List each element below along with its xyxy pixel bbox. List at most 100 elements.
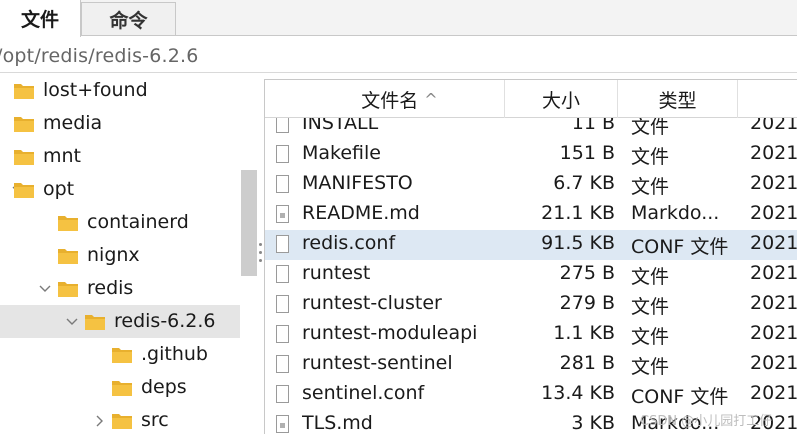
file-rows: INSTALL 11 B 文件 2021 Makefile 151 B 文件 2021 MANI… — [265, 118, 797, 434]
tree-item-label: redis-6.2.6 — [114, 310, 216, 332]
file-size: 11 B — [571, 118, 615, 134]
tree-item[interactable]: redis — [0, 272, 240, 305]
file-list: 文件名 ^ 大小 类型 INSTALL 11 B 文件 2021 Makefile 151… — [264, 79, 797, 434]
file-icon — [276, 295, 289, 313]
file-row[interactable]: runtest-moduleapi 1.1 KB 文件 2021 — [265, 320, 797, 350]
file-name: sentinel.conf — [302, 382, 425, 404]
tree-item-label: lost+found — [43, 79, 148, 101]
file-row[interactable]: runtest-cluster 279 B 文件 2021 — [265, 290, 797, 320]
file-name: runtest-cluster — [302, 292, 442, 314]
tree-item-label: opt — [43, 178, 75, 200]
file-icon — [276, 355, 289, 373]
file-date: 2021 — [750, 262, 797, 284]
tab-commands[interactable]: 命令 — [81, 2, 176, 35]
file-size: 21.1 KB — [541, 202, 615, 224]
file-type: 文件 — [631, 176, 670, 198]
file-date: 2021 — [750, 142, 797, 164]
tree-item-label: nignx — [87, 244, 140, 266]
path-bar[interactable]: /opt/redis/redis-6.2.6 — [0, 37, 797, 73]
tab-files[interactable]: 文件 — [0, 0, 81, 37]
file-icon — [276, 145, 289, 163]
file-icon — [276, 325, 289, 343]
file-list-header: 文件名 ^ 大小 类型 — [265, 80, 797, 118]
tree-item[interactable]: lost+found — [0, 74, 240, 107]
file-icon — [276, 235, 289, 253]
file-size: 275 B — [559, 262, 615, 284]
chevron-right-icon[interactable] — [92, 414, 106, 428]
folder-icon — [14, 117, 34, 132]
column-name-label: 文件名 — [361, 89, 419, 112]
file-name: Makefile — [302, 142, 381, 164]
tree-item[interactable]: media — [0, 107, 240, 140]
file-date: 2021 — [750, 292, 797, 314]
file-size: 281 B — [559, 352, 615, 374]
column-header-date[interactable] — [738, 80, 797, 118]
file-name: redis.conf — [302, 232, 396, 254]
tree-scrollbar-thumb[interactable] — [241, 170, 257, 276]
file-size: 1.1 KB — [553, 322, 615, 344]
file-row[interactable]: Makefile 151 B 文件 2021 — [265, 140, 797, 170]
file-name: MANIFESTO — [302, 172, 413, 194]
folder-icon — [14, 150, 34, 165]
file-type: 文件 — [631, 266, 670, 288]
file-date: 2021 — [750, 202, 797, 224]
file-name: INSTALL — [302, 118, 379, 134]
file-icon — [276, 385, 289, 403]
markdown-file-icon — [276, 205, 289, 223]
tree-item[interactable]: containerd — [0, 206, 240, 239]
file-name: runtest-moduleapi — [302, 322, 478, 344]
tree-item[interactable]: redis-6.2.6 — [0, 305, 240, 338]
file-size: 279 B — [559, 292, 615, 314]
file-row[interactable]: MANIFESTO 6.7 KB 文件 2021 — [265, 170, 797, 200]
folder-icon — [58, 216, 78, 231]
chevron-down-icon[interactable] — [65, 315, 79, 329]
markdown-file-icon — [276, 415, 289, 433]
file-row[interactable]: INSTALL 11 B 文件 2021 — [265, 118, 797, 140]
file-type: 文件 — [631, 146, 670, 168]
file-icon — [276, 118, 289, 133]
file-size: 13.4 KB — [541, 382, 615, 404]
folder-icon — [58, 249, 78, 264]
file-size: 3 KB — [571, 412, 615, 434]
folder-icon — [112, 414, 132, 429]
tree-item[interactable]: .github — [0, 338, 240, 371]
tree-item[interactable]: src — [0, 404, 240, 434]
tree-item-label: containerd — [87, 211, 189, 233]
column-header-type[interactable]: 类型 — [618, 80, 738, 118]
tree-item-label: media — [43, 112, 103, 134]
file-type: 文件 — [631, 356, 670, 378]
file-row[interactable]: redis.conf 91.5 KB CONF 文件 2021 — [265, 230, 797, 260]
sort-ascending-icon: ^ — [424, 89, 438, 109]
column-header-name[interactable]: 文件名 ^ — [265, 80, 505, 118]
folder-icon — [14, 183, 34, 198]
folder-icon — [85, 315, 105, 330]
tree-item[interactable]: nignx — [0, 239, 240, 272]
file-row[interactable]: runtest-sentinel 281 B 文件 2021 — [265, 350, 797, 380]
file-type: 文件 — [631, 118, 670, 138]
chevron-down-icon[interactable] — [38, 282, 52, 296]
current-path[interactable]: /opt/redis/redis-6.2.6 — [0, 45, 199, 67]
tree-item-label: src — [141, 409, 169, 431]
file-name: runtest — [302, 262, 371, 284]
tree-item-label: deps — [141, 376, 187, 398]
tree-item[interactable]: deps — [0, 371, 240, 404]
tree-item[interactable]: opt — [0, 173, 240, 206]
file-row[interactable]: runtest 275 B 文件 2021 — [265, 260, 797, 290]
column-header-size[interactable]: 大小 — [505, 80, 618, 118]
tree-item-label: mnt — [43, 145, 81, 167]
tree-item-label: redis — [87, 277, 134, 299]
folder-icon — [14, 84, 34, 99]
file-date: 2021 — [750, 382, 797, 404]
file-row[interactable]: README.md 21.1 KB Markdo... 2021 — [265, 200, 797, 230]
watermark: CSDN @小儿园打工仔 — [640, 414, 773, 429]
file-icon — [276, 265, 289, 283]
tree-item[interactable]: mnt — [0, 140, 240, 173]
file-name: runtest-sentinel — [302, 352, 453, 374]
file-icon — [276, 175, 289, 193]
file-type: CONF 文件 — [631, 386, 729, 408]
file-size: 6.7 KB — [553, 172, 615, 194]
file-row[interactable]: sentinel.conf 13.4 KB CONF 文件 2021 — [265, 380, 797, 410]
file-size: 91.5 KB — [541, 232, 615, 254]
file-type: 文件 — [631, 326, 670, 348]
column-size-label: 大小 — [541, 89, 580, 112]
